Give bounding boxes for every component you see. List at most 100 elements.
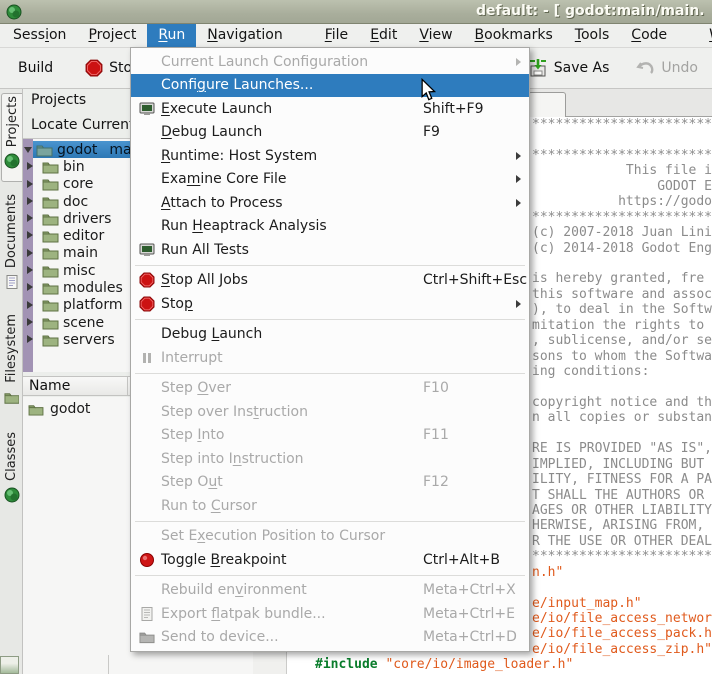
menubar-item-code[interactable]: Code — [620, 24, 678, 47]
folder-icon — [42, 298, 59, 312]
code-lines: ****************************************… — [532, 117, 712, 673]
blank-icon — [137, 326, 157, 343]
submenu-arrow-icon — [516, 152, 521, 160]
expander-closed-icon[interactable] — [27, 162, 33, 170]
expander-closed-icon[interactable] — [27, 266, 33, 274]
code-line: AGES OR OTHER LIABILITY — [532, 503, 712, 518]
stop-icon — [137, 272, 157, 289]
tree-item-label: misc — [63, 263, 96, 279]
blank-icon — [137, 528, 157, 545]
menu-separator — [135, 265, 525, 266]
menu-separator — [135, 521, 525, 522]
menu-item-toggle-breakpoint[interactable]: Toggle BreakpointCtrl+Alt+B — [131, 548, 529, 572]
code-line: e/input_map.h" — [532, 596, 712, 611]
menu-item-debug-launch[interactable]: Debug LaunchF9 — [131, 121, 529, 145]
menu-item-rebuild-environment: Rebuild environmentMeta+Ctrl+X — [131, 579, 529, 603]
expander-open-icon[interactable] — [24, 147, 32, 153]
code-line: ILITY, FITNESS FOR A PA — [532, 472, 712, 487]
tree-item-label: scene — [63, 315, 104, 331]
expander-closed-icon[interactable] — [27, 318, 33, 326]
kdevelop-icon — [4, 153, 20, 169]
code-line: GODOT E — [532, 179, 712, 194]
blank-icon — [137, 497, 157, 514]
save-as-button-label: Save As — [554, 60, 610, 76]
sidebar-tab-label: Projects — [5, 94, 20, 149]
menu-item-shortcut: F9 — [423, 124, 440, 140]
code-line: e/io/file_access_networ — [532, 611, 712, 626]
expander-closed-icon[interactable] — [27, 283, 33, 291]
blank-icon — [137, 403, 157, 420]
left-dock-tab-strip: Projects Documents Filesystem Classes — [0, 89, 23, 674]
menu-item-execute-launch[interactable]: Execute LaunchShift+F9 — [131, 97, 529, 121]
breakpoint-icon — [137, 551, 157, 568]
expander-closed-icon[interactable] — [27, 214, 33, 222]
undo-button-label: Undo — [661, 60, 698, 76]
tree-item-label: drivers — [63, 211, 111, 227]
blank-icon — [137, 53, 157, 70]
folder-icon — [42, 212, 59, 226]
menubar-item-window[interactable]: Window — [698, 24, 712, 47]
sidebar-tab-filesystem[interactable]: Filesystem — [1, 312, 22, 418]
menu-item-run-heaptrack-analysis[interactable]: Run Heaptrack Analysis — [131, 215, 529, 239]
menu-item-shortcut: F10 — [423, 380, 449, 396]
menu-item-step-into: Step IntoF11 — [131, 424, 529, 448]
expander-closed-icon[interactable] — [27, 180, 33, 188]
folder-icon — [28, 403, 44, 416]
code-line: n all copies or substan — [532, 410, 712, 425]
code-line: n.h" — [532, 565, 712, 580]
menu-item-configure-launches[interactable]: Configure Launches... — [131, 74, 529, 98]
editor-tab[interactable] — [528, 92, 566, 117]
menu-item-shortcut: Meta+Ctrl+E — [423, 606, 515, 622]
save-as-icon — [528, 58, 548, 78]
kdevelop-icon — [4, 487, 20, 503]
menubar-item-view[interactable]: View — [408, 24, 463, 47]
sidebar-tab-projects[interactable]: Projects — [1, 93, 22, 182]
menubar-item-file[interactable]: File — [314, 24, 359, 47]
expander-closed-icon[interactable] — [27, 249, 33, 257]
kdevelop-app-icon — [6, 4, 22, 20]
build-button[interactable]: Build — [12, 56, 59, 80]
tree-item-label: doc — [63, 194, 88, 210]
expander-closed-icon[interactable] — [27, 335, 33, 343]
expander-closed-icon[interactable] — [27, 231, 33, 239]
code-line: copyright notice and th — [532, 395, 712, 410]
code-line: RE IS PROVIDED "AS IS", — [532, 441, 712, 456]
menu-item-debug-launch[interactable]: Debug Launch — [131, 323, 529, 347]
menubar-item-edit[interactable]: Edit — [359, 24, 408, 47]
save-as-button[interactable]: Save As — [522, 54, 616, 82]
menu-item-interrupt: Interrupt — [131, 346, 529, 370]
menubar-item-session[interactable]: Session — [2, 24, 77, 47]
undo-button: Undo — [629, 55, 704, 81]
code-line: mitation the rights to — [532, 318, 712, 333]
code-line: (c) 2007-2018 Juan Lini — [532, 225, 712, 240]
menubar-item-project[interactable]: Project — [77, 24, 147, 47]
menubar-item-tools[interactable]: Tools — [564, 24, 621, 47]
column-header-name[interactable]: Name — [23, 377, 128, 395]
code-line: HERWISE, ARISING FROM, — [532, 518, 712, 533]
menubar-item-navigation[interactable]: Navigation — [196, 24, 294, 47]
menu-item-attach-to-process[interactable]: Attach to Process — [131, 191, 529, 215]
menu-item-stop-all-jobs[interactable]: Stop All JobsCtrl+Shift+Esc — [131, 269, 529, 293]
menu-item-step-out: Step OutF12 — [131, 471, 529, 495]
folder-icon — [42, 264, 59, 278]
menu-item-runtime-host-system[interactable]: Runtime: Host System — [131, 144, 529, 168]
sidebar-tab-documents[interactable]: Documents — [1, 192, 22, 302]
menu-item-set-execution-position-to-cursor: Set Execution Position to Cursor — [131, 525, 529, 549]
expander-closed-icon[interactable] — [27, 197, 33, 205]
dock-corner-widget — [0, 656, 19, 674]
menu-item-examine-core-file[interactable]: Examine Core File — [131, 168, 529, 192]
menubar-item-bookmarks[interactable]: Bookmarks — [464, 24, 564, 47]
sidebar-tab-classes[interactable]: Classes — [1, 430, 22, 510]
menu-item-run-all-tests[interactable]: Run All Tests — [131, 238, 529, 262]
blank-icon — [137, 124, 157, 141]
code-line: this software and assoc — [532, 287, 712, 302]
code-line: , sublicense, and/or se — [532, 333, 712, 348]
menu-separator — [135, 319, 525, 320]
submenu-arrow-icon — [516, 175, 521, 183]
menu-item-stop[interactable]: Stop — [131, 292, 529, 316]
menubar-item-run[interactable]: Run — [147, 24, 196, 47]
menu-separator — [135, 373, 525, 374]
expander-closed-icon[interactable] — [27, 301, 33, 309]
code-line: #include "core/io/image_loader.h" — [315, 657, 712, 672]
tree-item-label: editor — [63, 228, 104, 244]
